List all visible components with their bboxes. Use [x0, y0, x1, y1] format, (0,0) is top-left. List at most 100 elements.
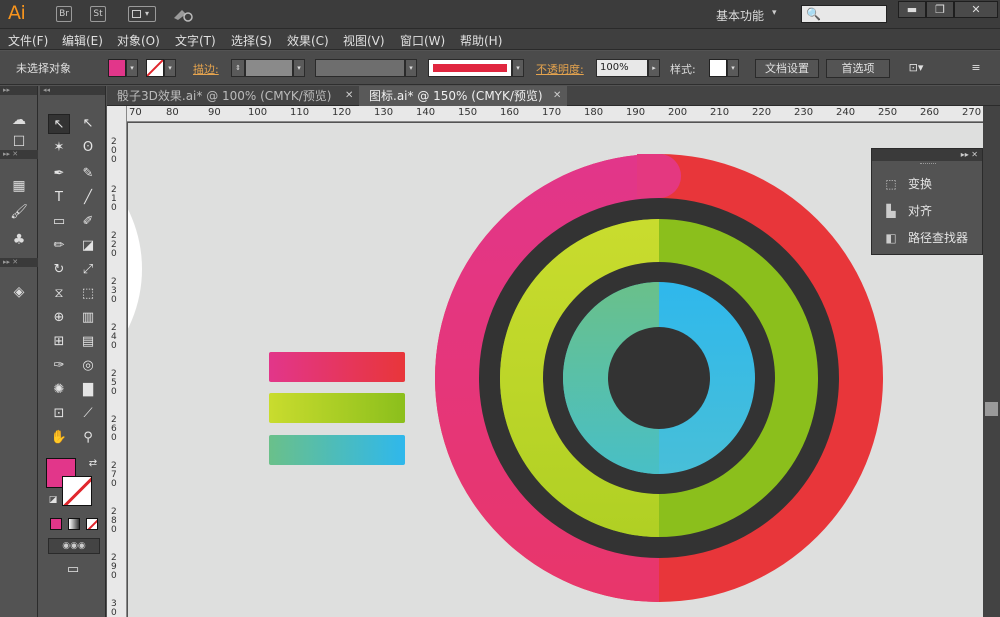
- stroke-weight-dropdown[interactable]: ▾: [293, 59, 305, 77]
- close-icon[interactable]: ✕: [345, 90, 353, 101]
- vertical-ruler[interactable]: 200 210 220 230 240 250 260 270 280 290 …: [107, 106, 127, 617]
- swatches-icon[interactable]: ▦: [9, 178, 29, 194]
- menu-file[interactable]: 文件(F): [8, 32, 48, 49]
- stroke-weight-input[interactable]: [245, 59, 293, 77]
- symbols-icon[interactable]: ♣: [9, 232, 29, 248]
- menu-select[interactable]: 选择(S): [231, 32, 272, 49]
- preferences-button[interactable]: 首选项: [826, 59, 890, 78]
- direct-selection-tool-icon[interactable]: ↖: [77, 114, 99, 134]
- stroke-color-box[interactable]: [62, 476, 92, 506]
- document-setup-button[interactable]: 文档设置: [755, 59, 819, 78]
- panel-menu-icon[interactable]: ≡: [966, 59, 986, 78]
- opacity-input[interactable]: 100%: [596, 59, 648, 77]
- gradient-mode-icon[interactable]: [68, 518, 80, 530]
- opacity-label[interactable]: 不透明度:: [536, 61, 584, 77]
- stroke-dropdown[interactable]: ▾: [164, 59, 176, 77]
- paintbrush-tool-icon[interactable]: ✐: [77, 212, 99, 232]
- transform-icon[interactable]: ⊡▾: [898, 59, 934, 78]
- curvature-tool-icon[interactable]: ✎: [77, 164, 99, 184]
- align-panel-item[interactable]: ▙ 对齐: [882, 201, 932, 221]
- brush-dropdown[interactable]: ▾: [512, 59, 524, 77]
- workspace-switcher[interactable]: 基本功能: [716, 7, 764, 24]
- maximize-button[interactable]: ❐: [926, 1, 954, 18]
- minimize-button[interactable]: ▬: [898, 1, 926, 18]
- panel-grip[interactable]: [920, 163, 936, 165]
- vertical-scrollbar[interactable]: [983, 106, 1000, 617]
- gpu-performance-icon[interactable]: [172, 6, 194, 22]
- eraser-tool-icon[interactable]: ◪: [77, 236, 99, 256]
- brush-definition[interactable]: [428, 59, 512, 77]
- stock-button[interactable]: St: [90, 6, 106, 22]
- artboard-canvas[interactable]: [128, 123, 983, 617]
- line-tool-icon[interactable]: ╱: [77, 188, 99, 208]
- panel-icon[interactable]: ☐: [9, 134, 29, 150]
- arrange-documents-button[interactable]: ▾: [128, 6, 156, 22]
- graphic-style-swatch[interactable]: [709, 59, 727, 77]
- type-tool-icon[interactable]: T: [48, 188, 70, 208]
- offcanvas-white-shape[interactable]: [128, 135, 142, 403]
- menu-view[interactable]: 视图(V): [343, 32, 385, 49]
- gradient-tool-icon[interactable]: ▤: [77, 332, 99, 352]
- pink-gradient-bar[interactable]: [269, 352, 405, 382]
- menu-effect[interactable]: 效果(C): [287, 32, 329, 49]
- color-mode-icon[interactable]: [50, 518, 62, 530]
- hand-tool-icon[interactable]: ✋: [48, 428, 70, 448]
- green-gradient-bar[interactable]: [269, 393, 405, 423]
- scale-tool-icon[interactable]: ⤢: [77, 260, 99, 280]
- column-graph-tool-icon[interactable]: ▇: [77, 380, 99, 400]
- shape-builder-tool-icon[interactable]: ⊕: [48, 308, 70, 328]
- scrollbar-thumb[interactable]: [985, 402, 998, 416]
- width-tool-icon[interactable]: ⧖: [48, 284, 70, 304]
- mesh-tool-icon[interactable]: ⊞: [48, 332, 70, 352]
- stroke-color-swatch[interactable]: [146, 59, 164, 77]
- profile-dropdown[interactable]: ▾: [405, 59, 417, 77]
- chevron-down-icon[interactable]: ▾: [772, 8, 777, 18]
- screen-mode-icon[interactable]: ▭: [62, 560, 84, 580]
- stroke-weight-stepper[interactable]: ⇕: [231, 59, 245, 77]
- free-transform-tool-icon[interactable]: ⬚: [77, 284, 99, 304]
- variable-width-profile[interactable]: [315, 59, 405, 77]
- transform-panel-item[interactable]: ⬚ 变换: [882, 174, 932, 194]
- pen-tool-icon[interactable]: ✒: [48, 164, 70, 184]
- pathfinder-panel-item[interactable]: ◧ 路径查找器: [882, 228, 968, 248]
- default-colors-icon[interactable]: ◪: [42, 490, 64, 510]
- drawing-modes-icon[interactable]: ◉◉◉: [48, 538, 100, 554]
- menu-object[interactable]: 对象(O): [117, 32, 160, 49]
- horizontal-ruler[interactable]: 70 80 90 100 110 120 130 140 150 160 170…: [127, 106, 983, 122]
- menu-type[interactable]: 文字(T): [175, 32, 216, 49]
- perspective-grid-tool-icon[interactable]: ▥: [77, 308, 99, 328]
- artboard-tool-icon[interactable]: ⊡: [48, 404, 70, 424]
- blend-tool-icon[interactable]: ◎: [77, 356, 99, 376]
- zoom-tool-icon[interactable]: ⚲: [77, 428, 99, 448]
- tab-dice-3d[interactable]: 骰子3D效果.ai* @ 100% (CMYK/预览): [107, 86, 357, 106]
- fill-dropdown[interactable]: ▾: [126, 59, 138, 77]
- creative-cloud-icon[interactable]: ☁: [9, 112, 29, 128]
- eyedropper-tool-icon[interactable]: ✑: [48, 356, 70, 376]
- magic-wand-tool-icon[interactable]: ✶: [48, 138, 70, 158]
- tab-icon-document[interactable]: 图标.ai* @ 150% (CMYK/预览): [359, 86, 567, 106]
- menu-edit[interactable]: 编辑(E): [62, 32, 103, 49]
- layers-icon[interactable]: ◈: [9, 284, 29, 300]
- menu-window[interactable]: 窗口(W): [400, 32, 445, 49]
- close-icon[interactable]: ✕: [553, 90, 561, 101]
- shaper-tool-icon[interactable]: ✏: [48, 236, 70, 256]
- opacity-arrow[interactable]: ▸: [648, 59, 660, 77]
- selection-tool-icon[interactable]: ↖: [48, 114, 70, 134]
- rotate-tool-icon[interactable]: ↻: [48, 260, 70, 280]
- fill-color-swatch[interactable]: [108, 59, 126, 77]
- bridge-button[interactable]: Br: [56, 6, 72, 22]
- menu-help[interactable]: 帮助(H): [460, 32, 502, 49]
- stroke-label[interactable]: 描边:: [193, 61, 219, 77]
- lasso-tool-icon[interactable]: ʘ: [77, 138, 99, 158]
- slice-tool-icon[interactable]: ⟋: [77, 404, 99, 424]
- rectangle-tool-icon[interactable]: ▭: [48, 212, 70, 232]
- style-dropdown[interactable]: ▾: [727, 59, 739, 77]
- search-input[interactable]: 🔍: [801, 5, 887, 23]
- none-mode-icon[interactable]: [86, 518, 98, 530]
- activity-rings-icon[interactable]: [435, 154, 883, 602]
- artwork[interactable]: [128, 123, 983, 617]
- symbol-sprayer-tool-icon[interactable]: ✺: [48, 380, 70, 400]
- swap-colors-icon[interactable]: ⇄: [82, 454, 104, 474]
- brushes-icon[interactable]: 🖌: [9, 204, 29, 220]
- close-window-button[interactable]: ✕: [954, 1, 998, 18]
